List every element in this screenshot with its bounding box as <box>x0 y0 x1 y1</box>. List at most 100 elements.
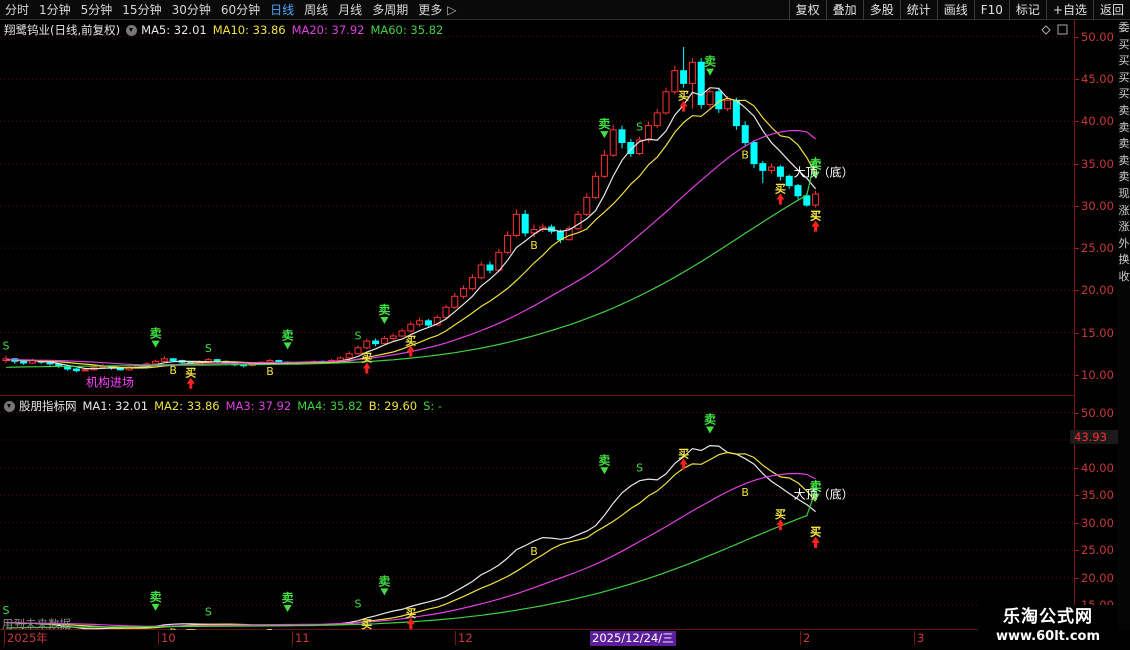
period-9[interactable]: 多周期 <box>367 0 413 20</box>
time-label: 2025年 <box>4 631 48 645</box>
indicator-tick: 50.00 <box>1075 405 1114 420</box>
toolbar-button-0[interactable]: 复权 <box>788 0 826 20</box>
toolbar-button-3[interactable]: 统计 <box>899 0 937 20</box>
candle-body <box>785 175 793 187</box>
legend-ma-0: MA5: 32.01 <box>141 23 207 37</box>
price-panel: S 机构进场卖 B 买 S B 卖 S 买卖买 B 卖 S 买卖 B 买卖买卖大顶（底）买 翔鹭钨业(日线,… <box>0 20 1074 396</box>
ma-settings-icon[interactable] <box>126 24 138 36</box>
candle-body <box>81 369 89 372</box>
quote-label: 卖 <box>1118 170 1130 184</box>
candle-body <box>609 129 617 156</box>
period-8[interactable]: 月线 <box>333 0 367 20</box>
ind-down-arrow-icon <box>283 604 292 612</box>
candle-body <box>424 320 432 326</box>
legend-ind-0: MA1: 32.01 <box>82 399 149 413</box>
period-1[interactable]: 1分钟 <box>34 0 76 20</box>
quote-label: 涨 <box>1118 220 1130 234</box>
b-marker: B <box>266 365 274 378</box>
candle-body <box>644 125 652 141</box>
quote-info-strip: 委买买买买卖卖卖卖卖现涨涨外换收 <box>1118 20 1130 630</box>
candle-body <box>416 320 424 325</box>
candle-body <box>372 340 380 345</box>
toolbar-button-5[interactable]: F10 <box>973 0 1009 20</box>
candle-body <box>460 288 468 297</box>
candle-body <box>345 353 353 359</box>
price-tick: 20.00 <box>1075 283 1114 298</box>
price-chart[interactable]: S机构进场卖B 买SB卖 S买卖买B卖 S买卖B买卖买卖大顶（底）买 <box>0 20 1074 396</box>
toolbar-button-8[interactable]: 返回 <box>1092 0 1130 20</box>
quote-label: 现 <box>1118 186 1130 200</box>
price-tick: 15.00 <box>1075 325 1114 340</box>
diamond-icon <box>1041 25 1051 35</box>
price-tick: 40.00 <box>1075 114 1114 129</box>
quote-label: 收 <box>1118 269 1130 283</box>
ind-b-marker: B <box>741 486 749 499</box>
price-tick: 45.00 <box>1075 72 1114 87</box>
candle-body <box>486 264 494 271</box>
candle-body <box>662 91 670 114</box>
candle-body <box>618 129 626 144</box>
stock-title[interactable]: 翔鹭钨业(日线,前复权) <box>4 22 120 38</box>
window-icon <box>1057 24 1068 35</box>
indicator-legend: 股朋指标网 MA1: 32.01 MA2: 33.86 MA3: 37.92 MA4:… <box>4 398 448 414</box>
candle-body <box>724 99 732 110</box>
period-4[interactable]: 30分钟 <box>167 0 216 20</box>
toolbar-button-7[interactable]: +自选 <box>1045 0 1093 20</box>
quote-label: 卖 <box>1118 120 1130 134</box>
candle-body <box>495 251 503 271</box>
price-tick: 30.00 <box>1075 198 1114 213</box>
candle-body <box>574 213 582 230</box>
quote-label: 买 <box>1118 37 1130 51</box>
sell-signal: 卖 <box>378 302 390 317</box>
candle-body <box>794 185 802 197</box>
ind-line-ma5 <box>5 444 816 630</box>
candle-body <box>706 91 714 105</box>
period-5[interactable]: 60分钟 <box>216 0 265 20</box>
period-7[interactable]: 周线 <box>299 0 333 20</box>
quote-label: 买 <box>1118 87 1130 101</box>
quote-label: 换 <box>1118 253 1130 267</box>
candle-body <box>776 166 784 177</box>
ind-down-arrow-icon <box>380 588 389 596</box>
candle-body <box>152 360 160 365</box>
top-bottom-label: 大顶（底） <box>794 165 854 180</box>
down-arrow-icon <box>380 317 389 325</box>
period-toolbar: 分时 1分钟 5分钟 15分钟 30分钟 60分钟 日线 周线 月线 多周期 更多 ▷ 复权 叠加 多股 统计… <box>0 0 1130 20</box>
period-2[interactable]: 5分钟 <box>76 0 118 20</box>
candle-body <box>20 360 28 364</box>
b-marker: B <box>530 239 538 252</box>
candle-body <box>680 70 688 84</box>
period-0[interactable]: 分时 <box>0 0 34 20</box>
ind-sell-signal: 卖 <box>282 590 294 605</box>
period-3[interactable]: 15分钟 <box>117 0 166 20</box>
indicator-title[interactable]: 股朋指标网 <box>19 398 77 414</box>
toolbar-button-2[interactable]: 多股 <box>862 0 900 20</box>
quote-label: 卖 <box>1118 153 1130 167</box>
indicator-tick: 35.00 <box>1075 488 1114 503</box>
toolbar-button-4[interactable]: 画线 <box>936 0 974 20</box>
quote-label: 涨 <box>1118 203 1130 217</box>
indicator-tick: 20.00 <box>1075 570 1114 585</box>
sell-signal: 卖 <box>282 327 294 342</box>
watermark-title: 乐淘公式网 <box>1003 607 1093 627</box>
legend-ma-1: MA10: 33.86 <box>212 23 286 37</box>
period-10[interactable]: 更多 <box>413 0 447 20</box>
ind-s-marker: S <box>355 597 362 610</box>
toolbar-button-6[interactable]: 标记 <box>1008 0 1046 20</box>
current-price-tag: 43.93 <box>1070 430 1118 444</box>
legend-ind-2: MA3: 37.92 <box>225 399 292 413</box>
quote-label: 委 <box>1118 21 1130 34</box>
indicator-settings-icon[interactable] <box>4 400 15 412</box>
candle-body <box>398 330 406 337</box>
candle-body <box>653 112 661 127</box>
more-arrow-icon[interactable]: ▷ <box>447 0 461 20</box>
ind-s-marker: S <box>636 461 643 474</box>
indicator-chart[interactable]: S机构进场卖B买SB卖S买卖买B卖S买卖B买卖买卖大顶（底）买 <box>0 396 1074 630</box>
ind-line-ma20 <box>6 472 816 627</box>
candle-body <box>592 175 600 198</box>
period-6[interactable]: 日线 <box>265 0 299 20</box>
toolbar-button-1[interactable]: 叠加 <box>825 0 863 20</box>
institution-entry-label: 机构进场 <box>86 375 134 390</box>
candle-body <box>451 295 459 308</box>
b-marker: B <box>741 149 749 162</box>
